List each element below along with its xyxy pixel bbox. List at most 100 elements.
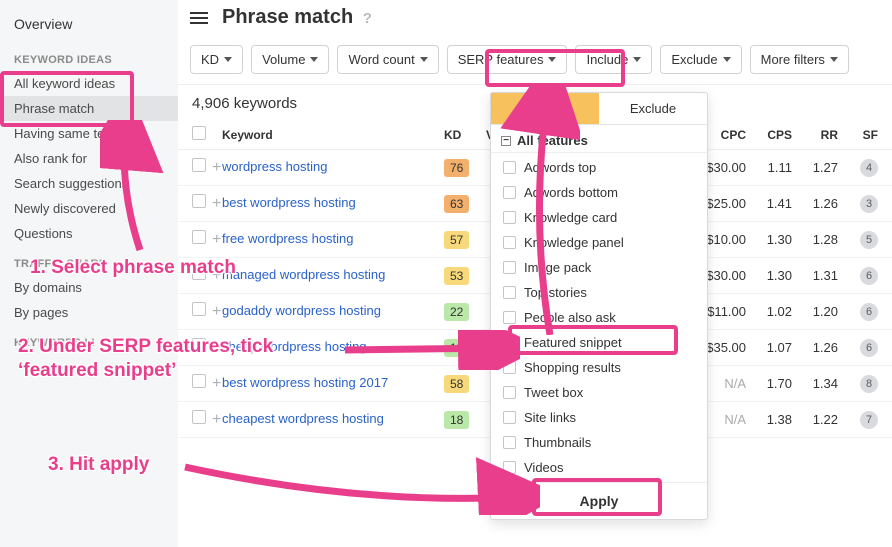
chevron-down-icon	[723, 57, 731, 62]
option-checkbox[interactable]	[503, 336, 516, 349]
dropdown-option[interactable]: Top stories	[491, 280, 707, 305]
apply-button[interactable]: Apply	[491, 482, 707, 519]
dropdown-option[interactable]: Videos	[491, 455, 707, 480]
option-label: Adwords bottom	[524, 185, 618, 200]
annotation-text: 1. Select phrase match	[30, 256, 236, 280]
dropdown-option[interactable]: Adwords bottom	[491, 180, 707, 205]
dropdown-tab-include[interactable]: Include	[491, 93, 599, 125]
kd-badge: 22	[444, 303, 469, 321]
kd-badge: 58	[444, 375, 469, 393]
row-checkbox[interactable]	[192, 410, 206, 424]
col-keyword[interactable]: Keyword	[222, 128, 444, 142]
filter-serp-features[interactable]: SERP features	[447, 45, 568, 74]
option-checkbox[interactable]	[503, 186, 516, 199]
add-icon[interactable]: +	[212, 303, 221, 320]
dropdown-option[interactable]: Knowledge panel	[491, 230, 707, 255]
option-label: Knowledge panel	[524, 235, 624, 250]
sidebar-item-by-pages[interactable]: By pages	[0, 300, 178, 325]
keyword-link[interactable]: managed wordpress hosting	[222, 267, 385, 284]
add-icon[interactable]: +	[212, 159, 221, 176]
dropdown-all-features[interactable]: − All features	[491, 125, 707, 153]
option-checkbox[interactable]	[503, 161, 516, 174]
option-label: Top stories	[524, 285, 587, 300]
title-row: Phrase match ?	[178, 0, 892, 39]
chevron-down-icon	[548, 57, 556, 62]
dropdown-option[interactable]: Tweet box	[491, 380, 707, 405]
help-icon[interactable]: ?	[363, 10, 372, 27]
sidebar-item-phrase-match[interactable]: Phrase match	[0, 96, 178, 121]
sidebar-section-keyword-ideas: KEYWORD IDEAS	[0, 42, 178, 71]
collapse-icon: −	[501, 136, 511, 146]
option-checkbox[interactable]	[503, 411, 516, 424]
keyword-link[interactable]: cheapest wordpress hosting	[222, 411, 384, 428]
row-checkbox[interactable]	[192, 230, 206, 244]
dropdown-option[interactable]: Knowledge card	[491, 205, 707, 230]
option-checkbox[interactable]	[503, 461, 516, 474]
cell-rr: 1.27	[792, 160, 838, 175]
keyword-link[interactable]: free wordpress hosting	[222, 231, 354, 248]
kd-badge: 76	[444, 159, 469, 177]
filter-include[interactable]: Include	[575, 45, 652, 74]
dropdown-tab-exclude[interactable]: Exclude	[599, 93, 707, 125]
add-icon[interactable]: +	[212, 231, 221, 248]
sidebar-item-newly-discovered[interactable]: Newly discovered	[0, 196, 178, 221]
cell-cps: 1.30	[746, 268, 792, 283]
keyword-link[interactable]: wordpress hosting	[222, 159, 328, 176]
dropdown-option[interactable]: Featured snippet	[491, 330, 707, 355]
dropdown-option[interactable]: Site links	[491, 405, 707, 430]
option-checkbox[interactable]	[503, 311, 516, 324]
filter-exclude[interactable]: Exclude	[660, 45, 741, 74]
sidebar-item-also-rank-for[interactable]: Also rank for	[0, 146, 178, 171]
cell-cps: 1.02	[746, 304, 792, 319]
option-label: Shopping results	[524, 360, 621, 375]
option-checkbox[interactable]	[503, 386, 516, 399]
chevron-down-icon	[420, 57, 428, 62]
select-all-checkbox[interactable]	[192, 126, 206, 140]
sidebar-item-questions[interactable]: Questions	[0, 221, 178, 246]
dropdown-option[interactable]: Image pack	[491, 255, 707, 280]
sidebar-item-having-same-terms[interactable]: Having same terms	[0, 121, 178, 146]
sf-badge: 6	[860, 303, 878, 321]
dropdown-option[interactable]: Adwords top	[491, 155, 707, 180]
cell-rr: 1.26	[792, 196, 838, 211]
kd-badge: 57	[444, 231, 469, 249]
row-checkbox[interactable]	[192, 158, 206, 172]
option-label: Thumbnails	[524, 435, 591, 450]
filter-word-count[interactable]: Word count	[337, 45, 438, 74]
sidebar-item-search-suggestions[interactable]: Search suggestions	[0, 171, 178, 196]
keyword-link[interactable]: godaddy wordpress hosting	[222, 303, 381, 320]
dropdown-option[interactable]: Thumbnails	[491, 430, 707, 455]
option-label: Videos	[524, 460, 564, 475]
col-kd[interactable]: KD	[444, 128, 486, 142]
cell-cps: 1.38	[746, 412, 792, 427]
col-cps[interactable]: CPS	[746, 128, 792, 142]
option-label: Featured snippet	[524, 335, 622, 350]
dropdown-option[interactable]: People also ask	[491, 305, 707, 330]
sidebar-overview[interactable]: Overview	[0, 8, 178, 42]
add-icon[interactable]: +	[212, 411, 221, 428]
option-checkbox[interactable]	[503, 436, 516, 449]
menu-icon[interactable]	[190, 9, 208, 27]
dropdown-option[interactable]: Shopping results	[491, 355, 707, 380]
chevron-down-icon	[310, 57, 318, 62]
add-icon[interactable]: +	[212, 195, 221, 212]
col-sf[interactable]: SF	[838, 128, 878, 142]
row-checkbox[interactable]	[192, 302, 206, 316]
sf-badge: 8	[860, 375, 878, 393]
annotation-text: 2. Under SERP features, tick ‘featured s…	[18, 335, 348, 383]
option-checkbox[interactable]	[503, 286, 516, 299]
option-checkbox[interactable]	[503, 361, 516, 374]
option-label: Image pack	[524, 260, 591, 275]
keyword-link[interactable]: best wordpress hosting	[222, 195, 356, 212]
option-checkbox[interactable]	[503, 261, 516, 274]
page-title: Phrase match ?	[222, 6, 372, 29]
sidebar-item-all-keyword-ideas[interactable]: All keyword ideas	[0, 71, 178, 96]
filter-more[interactable]: More filters	[750, 45, 849, 74]
option-checkbox[interactable]	[503, 236, 516, 249]
option-checkbox[interactable]	[503, 211, 516, 224]
filter-volume[interactable]: Volume	[251, 45, 329, 74]
kd-badge: 63	[444, 195, 469, 213]
row-checkbox[interactable]	[192, 194, 206, 208]
filter-kd[interactable]: KD	[190, 45, 243, 74]
col-rr[interactable]: RR	[792, 128, 838, 142]
